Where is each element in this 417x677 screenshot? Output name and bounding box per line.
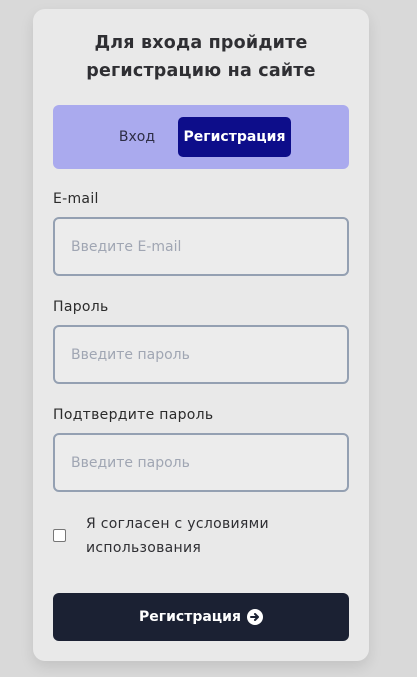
auth-tabs: Вход Регистрация: [53, 105, 349, 169]
arrow-right-circle-icon: [246, 609, 263, 625]
form-title-line-1: Для входа пройдите: [94, 33, 308, 53]
registration-card: Для входа пройдите регистрацию на сайте …: [33, 9, 369, 661]
tab-login[interactable]: Вход: [109, 117, 165, 157]
confirm-password-label: Подтвердите пароль: [53, 407, 214, 423]
register-submit-label: Регистрация: [139, 609, 241, 625]
agree-checkbox[interactable]: [53, 529, 66, 542]
agree-label: Я согласен с условиями использования: [86, 512, 326, 560]
email-label: E-mail: [53, 191, 99, 207]
password-field[interactable]: [53, 325, 349, 384]
form-title: Для входа пройдите регистрацию на сайте: [33, 29, 369, 85]
confirm-password-field[interactable]: [53, 433, 349, 492]
form-title-line-2: регистрацию на сайте: [86, 61, 316, 81]
tab-register[interactable]: Регистрация: [178, 117, 291, 157]
register-submit-button[interactable]: Регистрация: [53, 593, 349, 641]
email-field[interactable]: [53, 217, 349, 276]
password-label: Пароль: [53, 299, 109, 315]
agree-label-line-2: использования: [86, 540, 202, 556]
agree-label-line-1: Я согласен с условиями: [86, 516, 269, 532]
